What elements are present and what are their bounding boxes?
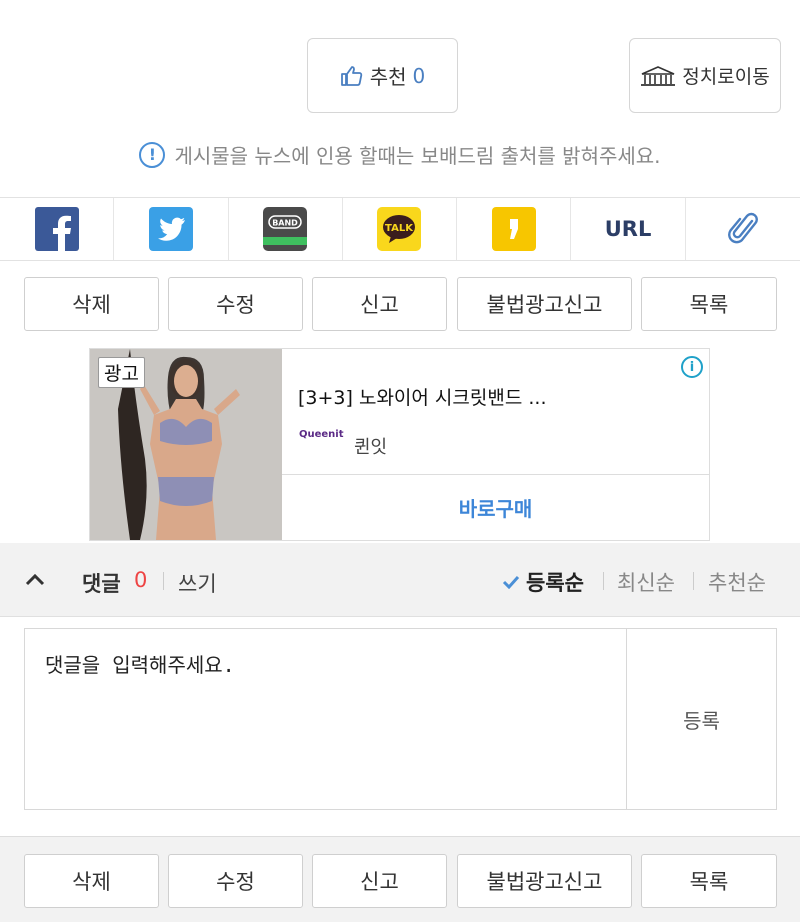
divider [603, 572, 604, 590]
comment-write-link[interactable]: 쓰기 [178, 568, 217, 598]
delete-label: 삭제 [72, 870, 111, 894]
sort-registered[interactable]: 등록순 [502, 567, 584, 597]
thumbs-up-icon [340, 65, 362, 86]
comment-submit-button[interactable]: 등록 [627, 629, 776, 809]
recommend-button[interactable]: 추천 0 [307, 38, 458, 113]
share-facebook[interactable] [0, 198, 115, 260]
twitter-icon [148, 207, 193, 251]
share-twitter[interactable] [114, 198, 229, 260]
sort-registered-label: 등록순 [526, 571, 584, 595]
url-label: URL [604, 217, 652, 241]
report-label: 신고 [360, 293, 399, 317]
delete-label: 삭제 [72, 293, 111, 317]
ad-info-icon[interactable]: i [681, 356, 703, 378]
illegal-ad-report-label: 불법광고신고 [486, 870, 603, 894]
share-kakaotalk[interactable]: TALK [343, 198, 458, 260]
divider [693, 572, 694, 590]
info-icon: ! [139, 141, 166, 168]
checkmark-icon [502, 575, 520, 589]
comment-header: 댓글 0 쓰기 등록순 최신순 추천순 [0, 543, 800, 617]
list-label: 목록 [689, 293, 729, 317]
citation-notice-text: 게시물을 뉴스에 인용 할때는 보배드림 출처를 밝혀주세요. [174, 144, 661, 168]
citation-notice: ! 게시물을 뉴스에 인용 할때는 보배드림 출처를 밝혀주세요. [0, 140, 800, 169]
ad-banner[interactable]: 광고 [3+3] 노와이어 시크릿밴드 ... Queenit 퀸잇 i 바로구… [89, 348, 710, 541]
politics-move-label: 정치로이동 [682, 66, 770, 88]
report-button[interactable]: 신고 [312, 854, 447, 908]
illegal-ad-report-button[interactable]: 불법광고신고 [457, 277, 632, 331]
delete-button[interactable]: 삭제 [24, 854, 159, 908]
list-button[interactable]: 목록 [641, 854, 777, 908]
list-button[interactable]: 목록 [641, 277, 777, 331]
edit-label: 수정 [216, 870, 255, 894]
comment-input[interactable] [25, 629, 627, 809]
comment-count: 0 [134, 568, 148, 592]
ad-badge: 광고 [98, 357, 145, 388]
delete-button[interactable]: 삭제 [24, 277, 159, 331]
edit-button[interactable]: 수정 [168, 854, 303, 908]
comment-title: 댓글 [82, 572, 121, 596]
sort-latest[interactable]: 최신순 [617, 567, 675, 597]
illegal-ad-report-label: 불법광고신고 [486, 293, 603, 317]
talk-label: TALK [386, 223, 415, 234]
action-bar-bottom: 삭제 수정 신고 불법광고신고 목록 [0, 854, 800, 910]
page: 추천 0 정치로이동 ! 게시물을 뉴스에 인용 할때는 보배드림 출처를 밝혀… [0, 0, 800, 922]
share-url[interactable]: URL [571, 198, 686, 260]
share-bar: BAND TALK URL [0, 197, 800, 261]
share-kakaostory[interactable] [457, 198, 572, 260]
recommend-label: 추천 [369, 65, 407, 89]
ad-title: [3+3] 노와이어 시크릿밴드 ... [298, 387, 547, 409]
band-icon: BAND [263, 207, 308, 251]
list-label: 목록 [689, 870, 729, 894]
paperclip-icon [727, 212, 758, 244]
share-clip[interactable] [686, 198, 800, 260]
ad-product-image: 광고 [90, 349, 282, 540]
kakaotalk-icon: TALK [377, 207, 422, 251]
share-band[interactable]: BAND [229, 198, 343, 260]
recommend-count: 0 [412, 63, 426, 88]
ad-brand-name: 퀸잇 [354, 437, 388, 458]
facebook-icon [34, 207, 79, 251]
illegal-ad-report-button[interactable]: 불법광고신고 [457, 854, 632, 908]
edit-label: 수정 [216, 293, 255, 317]
building-icon [641, 65, 676, 86]
band-label: BAND [272, 219, 298, 228]
divider [163, 572, 164, 590]
ad-brand-logo: Queenit [299, 429, 344, 440]
report-label: 신고 [360, 870, 399, 894]
politics-move-button[interactable]: 정치로이동 [629, 38, 781, 113]
ad-buy-now-button[interactable]: 바로구매 [282, 475, 709, 540]
comment-form: 등록 [24, 628, 777, 810]
chevron-up-icon[interactable] [24, 571, 46, 587]
action-bar-top: 삭제 수정 신고 불법광고신고 목록 [0, 277, 800, 333]
sort-recommended[interactable]: 추천순 [708, 567, 766, 597]
kakaostory-icon [491, 207, 536, 251]
edit-button[interactable]: 수정 [168, 277, 303, 331]
report-button[interactable]: 신고 [312, 277, 447, 331]
